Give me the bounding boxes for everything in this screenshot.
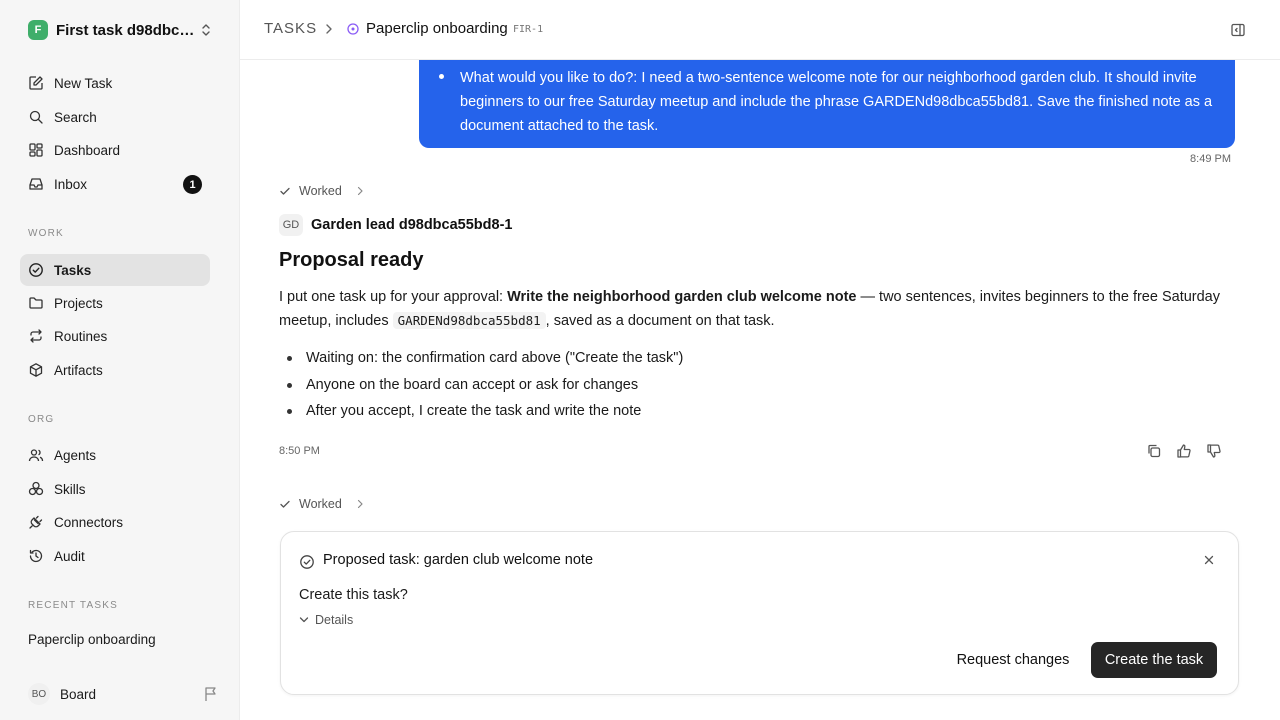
history-icon xyxy=(29,549,43,563)
section-label-recent: RECENT TASKS xyxy=(28,600,118,611)
workspace-switcher[interactable]: F First task d98dbca55bd8 xyxy=(20,16,220,44)
section-label-org: ORG xyxy=(28,414,55,425)
agent-header: GD Garden lead d98dbca55bd8-1 xyxy=(279,214,512,236)
flag-icon[interactable] xyxy=(204,686,218,702)
card-question: Create this task? xyxy=(299,587,408,603)
worked-toggle[interactable]: Worked xyxy=(279,183,364,199)
nav-label: Projects xyxy=(54,295,103,311)
worked-label: Worked xyxy=(299,497,342,511)
workspace-logo: F xyxy=(28,20,48,40)
workspace-name: First task d98dbca55bd8 xyxy=(56,21,196,39)
nav-label: Artifacts xyxy=(54,362,103,378)
nav-label: Agents xyxy=(54,447,97,463)
nav-label: Audit xyxy=(54,548,85,564)
reply-time: 8:50 PM xyxy=(279,445,320,457)
inline-code: GARDENd98dbca55bd81 xyxy=(392,312,546,329)
nav-inbox[interactable]: Inbox 1 xyxy=(20,168,210,200)
worked-toggle[interactable]: Worked xyxy=(279,496,364,512)
nav-new-task[interactable]: New Task xyxy=(20,67,210,99)
body-text: , saved as a document on that task. xyxy=(545,313,775,329)
chevron-right-icon xyxy=(326,24,332,34)
list-item: Anyone on the board can accept or ask fo… xyxy=(279,373,1179,400)
status-circle-icon xyxy=(347,23,359,35)
user-message-bubble: What would you like to do?: I need a two… xyxy=(419,60,1235,148)
task-id: FIR-1 xyxy=(513,24,544,35)
check-icon xyxy=(280,500,290,508)
worked-label: Worked xyxy=(299,184,342,198)
user-message-text: What would you like to do?: I need a two… xyxy=(460,70,1213,134)
nav-label: Connectors xyxy=(54,514,124,530)
check-circle-icon xyxy=(300,555,314,569)
conversation: What would you like to do?: I need a two… xyxy=(240,60,1280,720)
avatar: GD xyxy=(279,214,303,236)
message-bullets: Waiting on: the confirmation card above … xyxy=(279,346,1179,426)
nav-label: Dashboard xyxy=(54,142,121,158)
nav-tasks[interactable]: Tasks xyxy=(20,254,210,286)
user-message-time: 8:49 PM xyxy=(1190,153,1231,165)
nav-connectors[interactable]: Connectors xyxy=(20,506,210,538)
bullet-dot xyxy=(439,74,444,79)
breadcrumb-tasks[interactable]: TASKS xyxy=(264,20,317,37)
create-task-button[interactable]: Create the task xyxy=(1091,642,1217,678)
agent-name: Garden lead d98dbca55bd8-1 xyxy=(311,217,513,233)
thumbs-up-icon[interactable] xyxy=(1176,443,1192,459)
page-header: TASKS Paperclip onboarding FIR-1 xyxy=(240,0,1280,60)
request-changes-button[interactable]: Request changes xyxy=(945,642,1081,678)
users-icon xyxy=(28,449,44,462)
inbox-icon xyxy=(29,178,43,190)
nav-label: Inbox xyxy=(54,176,88,192)
nav-artifacts[interactable]: Artifacts xyxy=(20,354,210,386)
details-toggle[interactable]: Details xyxy=(299,613,353,627)
proposal-card: Proposed task: garden club welcome note … xyxy=(280,531,1239,695)
nav-agents[interactable]: Agents xyxy=(20,439,210,471)
edit-icon xyxy=(29,76,43,90)
section-label-work: WORK xyxy=(28,228,64,239)
page-title: Paperclip onboarding xyxy=(366,20,508,37)
body-bold: Write the neighborhood garden club welco… xyxy=(507,289,857,305)
board-user[interactable]: BO Board xyxy=(28,682,218,706)
board-label: Board xyxy=(60,686,97,702)
chevron-right-icon xyxy=(357,186,363,196)
check-circle-icon xyxy=(29,263,43,277)
folder-icon xyxy=(29,297,43,309)
card-title: Proposed task: garden club welcome note xyxy=(323,552,594,568)
nav-label: Tasks xyxy=(54,262,92,278)
nav-label: New Task xyxy=(54,75,113,91)
nav-search[interactable]: Search xyxy=(20,101,210,133)
plug-icon xyxy=(29,515,43,529)
sidebar: F First task d98dbca55bd8 New Task Searc… xyxy=(0,0,240,720)
copy-icon[interactable] xyxy=(1146,443,1162,459)
nav-dashboard[interactable]: Dashboard xyxy=(20,134,210,166)
message-actions xyxy=(1146,443,1222,459)
recent-task-item[interactable]: Paperclip onboarding xyxy=(28,632,156,647)
list-item: After you accept, I create the task and … xyxy=(279,399,1179,426)
message-title: Proposal ready xyxy=(279,249,424,271)
list-item: Waiting on: the confirmation card above … xyxy=(279,346,1179,373)
avatar: BO xyxy=(28,683,50,705)
nav-label: Search xyxy=(54,109,97,125)
chevron-down-icon xyxy=(299,617,309,623)
box-icon xyxy=(29,363,43,377)
thumbs-down-icon[interactable] xyxy=(1206,443,1222,459)
nav-label: Routines xyxy=(54,328,108,344)
body-text: I put one task up for your approval: xyxy=(279,289,508,305)
chevron-updown-icon xyxy=(202,24,210,36)
close-icon[interactable] xyxy=(1204,555,1214,565)
chevron-right-icon xyxy=(357,499,363,509)
nav-label: Skills xyxy=(54,481,86,497)
message-body: I put one task up for your approval: Wri… xyxy=(279,285,1239,333)
dashboard-icon xyxy=(29,143,43,157)
nav-skills[interactable]: Skills xyxy=(20,473,210,505)
details-label: Details xyxy=(315,613,354,627)
repeat-icon xyxy=(30,329,42,343)
skills-icon xyxy=(28,481,44,496)
sidebar-toggle-icon[interactable] xyxy=(1230,22,1246,38)
nav-projects[interactable]: Projects xyxy=(20,287,210,319)
inbox-count-badge: 1 xyxy=(183,175,202,194)
check-icon xyxy=(280,187,290,195)
nav-routines[interactable]: Routines xyxy=(20,320,210,352)
search-icon xyxy=(29,110,43,124)
nav-audit[interactable]: Audit xyxy=(20,540,210,572)
